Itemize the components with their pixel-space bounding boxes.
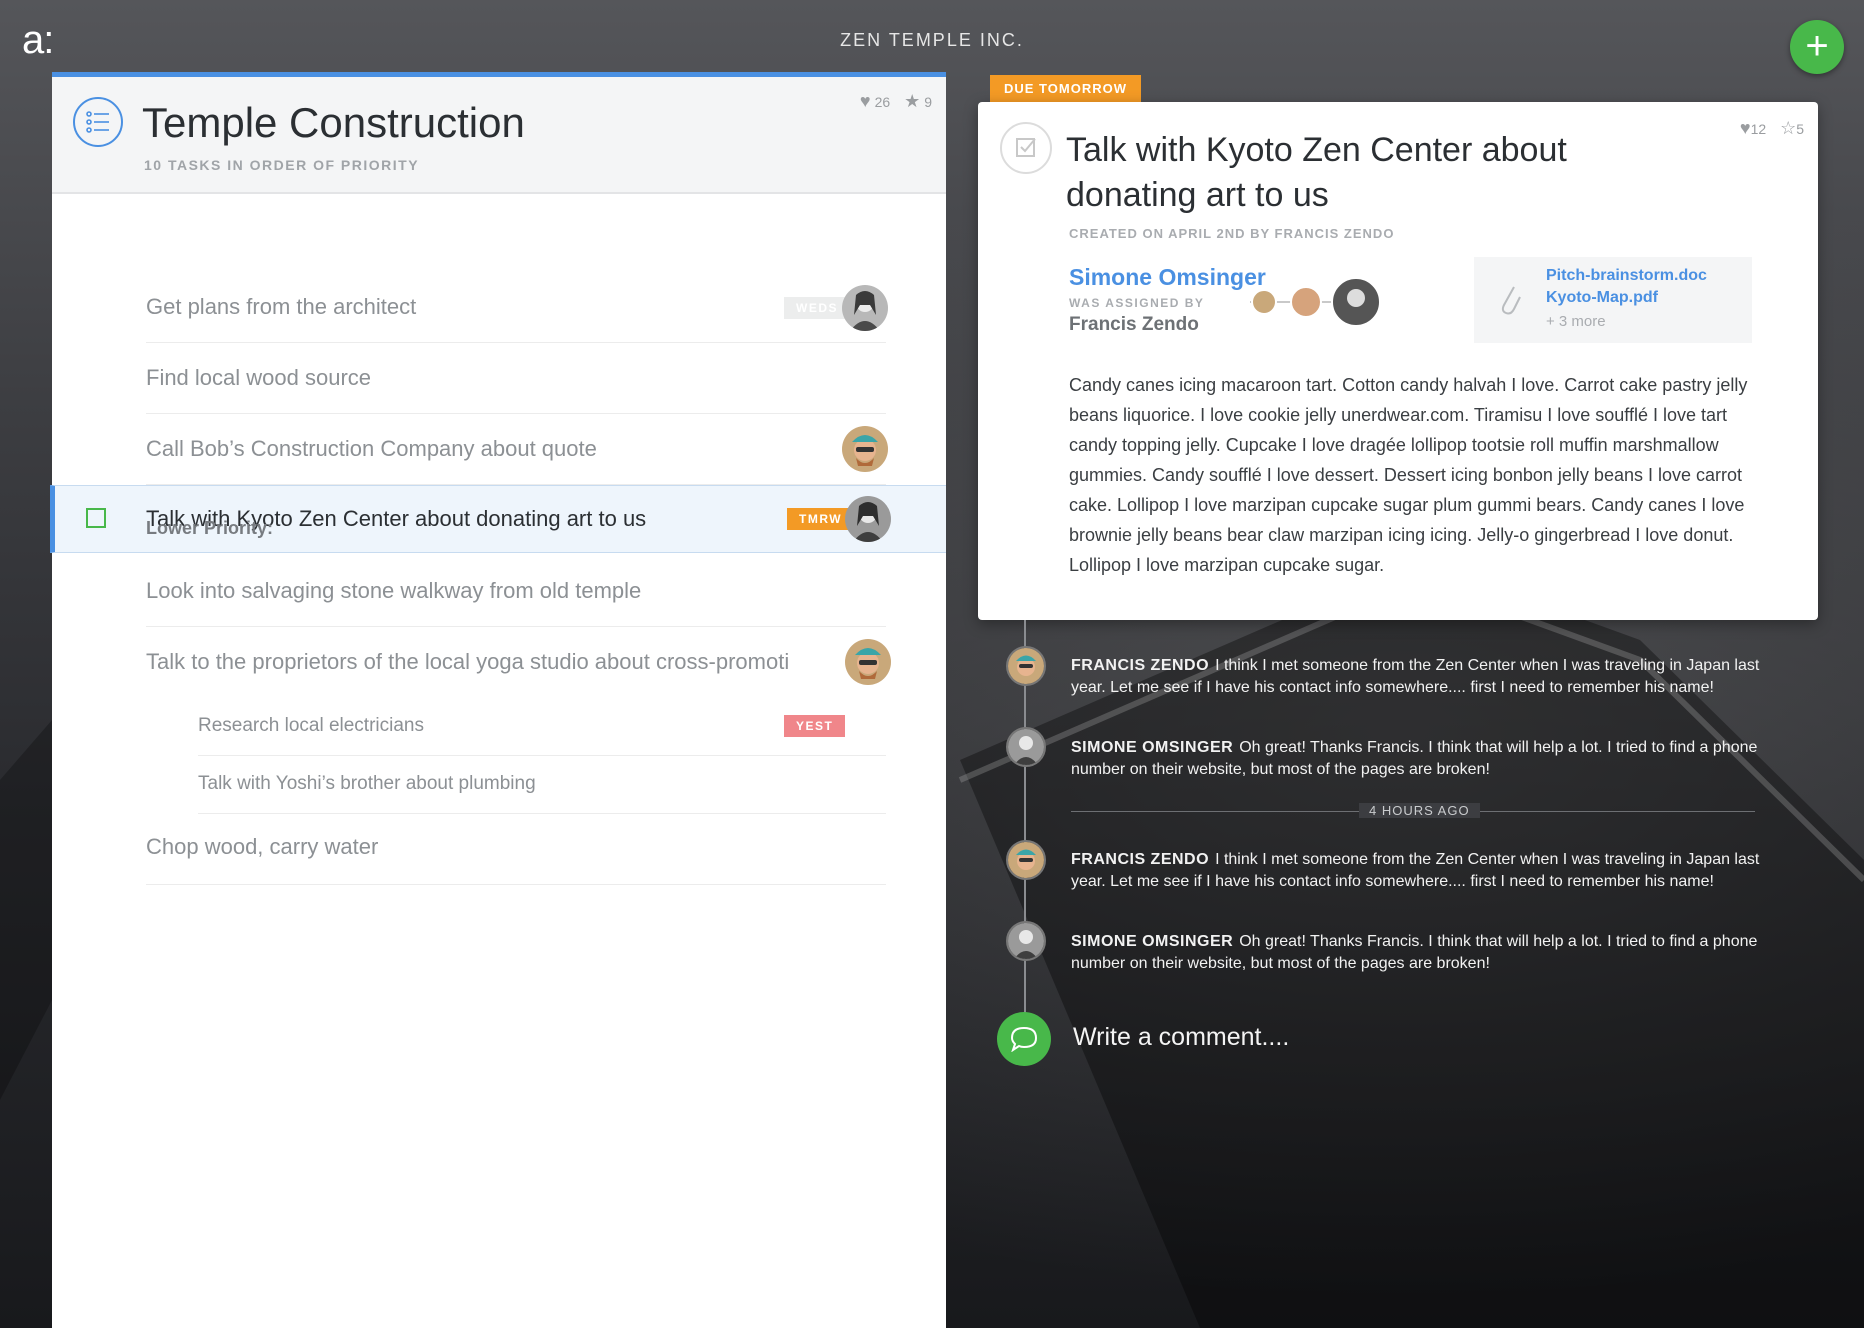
comment: FRANCIS ZENDO I think I met someone from … (1071, 655, 1761, 699)
assignment-chain (1250, 277, 1381, 327)
subtask-row[interactable]: Talk with Yoshi’s brother about plumbing (52, 756, 946, 814)
comment: SIMONE OMSINGER Oh great! Thanks Francis.… (1071, 931, 1761, 975)
project-header: Temple Construction 10 TASKS IN ORDER OF… (52, 77, 946, 194)
avatar[interactable] (842, 426, 888, 472)
likes-count: 12 (1750, 121, 1767, 137)
created-meta: CREATED ON APRIL 2ND BY FRANCIS ZENDO (1069, 226, 1395, 241)
star-outline-icon[interactable]: ☆ (1780, 118, 1796, 138)
task-row[interactable]: Look into salvaging stone walkway from o… (52, 556, 946, 627)
comment-input[interactable] (1071, 1022, 1775, 1053)
assignee-name[interactable]: Simone Omsinger (1069, 264, 1266, 291)
star-icon[interactable]: ★ (904, 91, 920, 111)
avatar[interactable] (1006, 646, 1046, 686)
due-badge: YEST (784, 715, 846, 737)
paperclip-icon (1501, 286, 1521, 315)
project-panel: Temple Construction 10 TASKS IN ORDER OF… (50, 72, 946, 1328)
avatar[interactable] (1006, 727, 1046, 767)
task-label: Find local wood source (146, 365, 372, 390)
attachment-link[interactable]: Kyoto-Map.pdf (1546, 289, 1658, 307)
time-separator: 4 HOURS AGO (1071, 801, 1755, 823)
section-label: Lower Priority: (146, 518, 274, 538)
list-icon[interactable] (73, 97, 123, 147)
task-label: Call Bob’s Construction Company about qu… (146, 436, 597, 461)
stars-count: 9 (924, 94, 932, 110)
task-row[interactable]: Get plans from the architect WEDS (52, 272, 946, 343)
task-label: Talk to the proprietors of the local yog… (146, 649, 790, 674)
avatar[interactable] (845, 496, 891, 542)
due-tomorrow-label: DUE TOMORROW (990, 75, 1141, 102)
task-label: Look into salvaging stone walkway from o… (146, 578, 642, 603)
task-label: Chop wood, carry water (146, 834, 379, 859)
project-subtitle: 10 TASKS IN ORDER OF PRIORITY (144, 157, 420, 173)
project-title: Temple Construction (142, 99, 525, 146)
comment-author[interactable]: FRANCIS ZENDO (1071, 851, 1209, 868)
comment: FRANCIS ZENDO I think I met someone from … (1071, 849, 1761, 893)
comment-button[interactable] (997, 1012, 1051, 1066)
task-label: Get plans from the architect (146, 294, 417, 319)
task-detail-card: Talk with Kyoto Zen Center about donatin… (978, 102, 1818, 620)
divider (146, 884, 886, 885)
attachment-link[interactable]: Pitch-brainstorm.doc (1546, 267, 1707, 285)
likes-count: 26 (874, 94, 891, 110)
heart-icon[interactable]: ♥ (1740, 118, 1751, 138)
complete-checkbox-icon[interactable] (1000, 122, 1052, 174)
avatar[interactable] (1006, 921, 1046, 961)
time-separator-label: 4 HOURS AGO (1359, 803, 1480, 818)
project-stats: ♥ 26 ★ 9 (856, 91, 932, 112)
comment-author[interactable]: SIMONE OMSINGER (1071, 933, 1233, 950)
speech-bubble-icon (1010, 1026, 1038, 1052)
task-stats: ♥12 ☆5 (1740, 118, 1804, 139)
task-row[interactable]: Talk to the proprietors of the local yog… (52, 627, 946, 698)
attachments-more-link[interactable]: + 3 more (1546, 313, 1606, 330)
attachments-box: Pitch-brainstorm.doc Kyoto-Map.pdf + 3 m… (1474, 257, 1752, 343)
task-label: Talk with Yoshi’s brother about plumbing (198, 773, 536, 794)
avatar[interactable] (845, 639, 891, 685)
assigned-by-label: WAS ASSIGNED BY (1069, 296, 1205, 310)
comment: SIMONE OMSINGER Oh great! Thanks Francis.… (1071, 737, 1761, 781)
task-label: Research local electricians (198, 715, 424, 736)
company-name: ZEN TEMPLE INC. (840, 30, 1024, 50)
avatar[interactable] (842, 285, 888, 331)
task-checkbox[interactable] (86, 508, 106, 528)
comment-author[interactable]: FRANCIS ZENDO (1071, 657, 1209, 674)
assigned-by-name[interactable]: Francis Zendo (1069, 314, 1199, 336)
stars-count: 5 (1796, 121, 1804, 137)
task-row[interactable]: Chop wood, carry water (52, 814, 946, 885)
task-row[interactable]: Find local wood source (52, 343, 946, 414)
comment-author[interactable]: SIMONE OMSINGER (1071, 739, 1233, 756)
task-row[interactable]: Call Bob’s Construction Company about qu… (52, 414, 946, 485)
task-description: Candy canes icing macaroon tart. Cotton … (1069, 375, 1748, 575)
avatar[interactable] (1006, 840, 1046, 880)
heart-icon[interactable]: ♥ (860, 91, 871, 111)
add-button[interactable]: + (1790, 20, 1844, 74)
subtask-row[interactable]: Research local electricians YEST (52, 698, 946, 756)
due-badge: WEDS (784, 297, 850, 319)
task-title: Talk with Kyoto Zen Center about donatin… (1066, 131, 1567, 214)
